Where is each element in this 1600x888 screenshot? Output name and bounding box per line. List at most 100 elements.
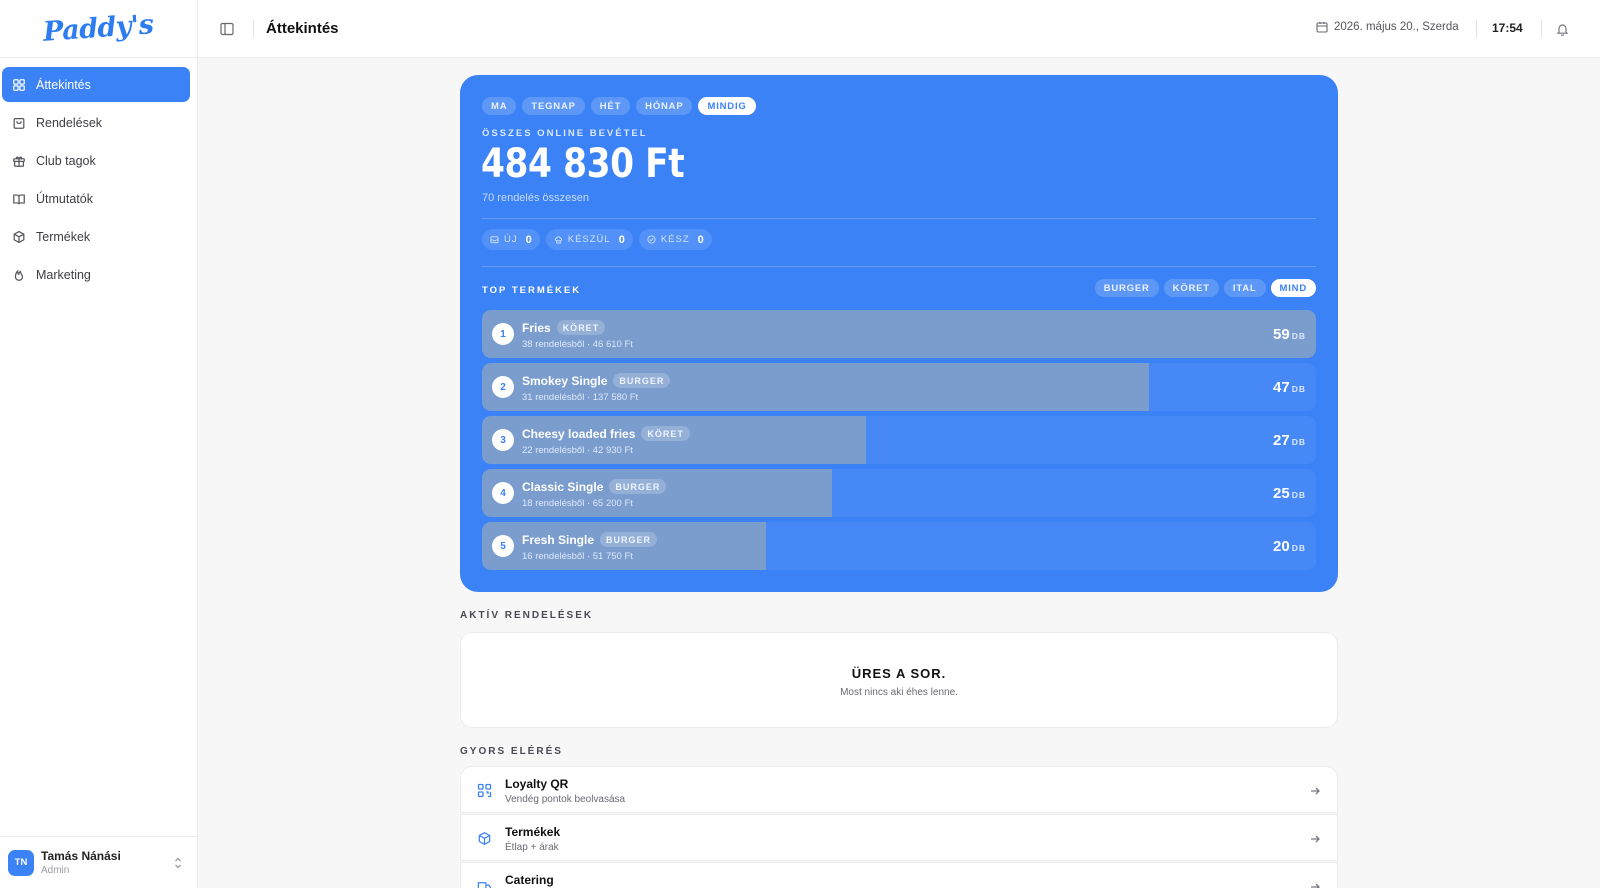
quick-access-title: Termékek [505, 825, 561, 839]
divider [1476, 20, 1477, 38]
brand-logo[interactable]: Paddy's [42, 9, 154, 48]
rank-badge: 4 [492, 482, 514, 504]
box-icon [478, 831, 491, 846]
user-role: Admin [41, 865, 70, 876]
product-row[interactable]: 3 Cheesy loaded fries KÖRET 22 rendelésbő… [482, 416, 1316, 464]
quantity-unit: DB [1291, 490, 1306, 500]
revenue-card: MA TEGNAP HÉT HÓNAP MINDIG ÖSSZES ONLINE… [460, 75, 1338, 592]
sidebar-item-termekek[interactable]: Termékek [2, 219, 190, 254]
calendar-icon [1316, 22, 1328, 33]
rank-badge: 1 [492, 323, 514, 345]
product-name-text: Cheesy loaded fries [522, 426, 636, 441]
quick-access-catering[interactable]: Catering [460, 862, 1338, 888]
chef-icon [554, 236, 562, 244]
grid-icon [13, 78, 25, 91]
user-info: Tamás Nánási Admin [41, 849, 121, 876]
quantity-unit: DB [1291, 384, 1306, 394]
category-pill-koret[interactable]: KÖRET [1163, 279, 1219, 297]
empty-title: ÜRES A SOR. [851, 666, 947, 681]
period-pill-het[interactable]: HÉT [590, 97, 631, 115]
product-meta: 16 rendelésből · 51 750 Ft [522, 551, 633, 562]
product-row[interactable]: 4 Classic Single BURGER 18 rendelésből · … [482, 469, 1316, 517]
product-row[interactable]: 2 Smokey Single BURGER 31 rendelésből · 1… [482, 363, 1316, 411]
product-name: Smokey Single BURGER [522, 373, 671, 388]
sidebar-item-label: Útmutatók [36, 191, 93, 206]
product-category-tag: BURGER [600, 532, 658, 547]
sidebar-item-label: Rendelések [36, 115, 103, 130]
product-category-tag: KÖRET [556, 320, 606, 335]
product-quantity: 27 DB [1273, 432, 1306, 449]
quick-access-label: GYORS ELÉRÉS [460, 746, 563, 757]
category-pill-ital[interactable]: ITAL [1223, 279, 1266, 297]
product-name-text: Classic Single [522, 479, 604, 494]
sidebar-item-marketing[interactable]: Marketing [2, 257, 190, 292]
status-chip-uj: ÚJ 0 [482, 229, 540, 250]
product-quantity: 47 DB [1273, 379, 1306, 396]
sidebar-item-rendelesek[interactable]: Rendelések [2, 105, 190, 140]
product-category-tag: BURGER [613, 373, 671, 388]
status-label: ÚJ [504, 234, 518, 245]
status-label: KÉSZÜL [567, 234, 611, 245]
period-filter: MA TEGNAP HÉT HÓNAP MINDIG [482, 97, 756, 115]
quantity-value: 20 [1273, 538, 1290, 555]
sidebar-item-label: Marketing [36, 267, 91, 282]
product-quantity: 20 DB [1273, 538, 1306, 555]
user-name: Tamás Nánási [41, 849, 121, 863]
quantity-value: 59 [1273, 326, 1290, 343]
product-name-text: Smokey Single [522, 373, 608, 388]
arrow-right-icon [1311, 835, 1320, 843]
product-quantity: 59 DB [1273, 326, 1306, 343]
sidebar-item-label: Áttekintés [36, 77, 91, 92]
category-pill-mind[interactable]: MIND [1270, 279, 1316, 297]
current-date: 2026. május 20., Szerda [1316, 21, 1459, 33]
period-pill-honap[interactable]: HÓNAP [636, 97, 693, 115]
quantity-unit: DB [1291, 437, 1306, 447]
period-pill-ma[interactable]: MA [482, 97, 517, 115]
product-row[interactable]: 5 Fresh Single BURGER 16 rendelésből · 51… [482, 522, 1316, 570]
product-name: Classic Single BURGER [522, 479, 667, 494]
bag-icon [13, 117, 25, 129]
arrow-right-icon [1311, 787, 1320, 795]
truck-icon [477, 882, 492, 888]
product-row[interactable]: 1 Fries KÖRET 38 rendelésből · 46 610 Ft … [482, 310, 1316, 358]
period-pill-tegnap[interactable]: TEGNAP [522, 97, 585, 115]
active-orders-label: AKTÍV RENDELÉSEK [460, 610, 594, 621]
quantity-value: 47 [1273, 379, 1290, 396]
active-orders-empty-state: ÜRES A SOR. Most nincs aki éhes lenne. [460, 632, 1338, 728]
user-menu[interactable]: TN Tamás Nánási Admin [0, 836, 197, 888]
quantity-unit: DB [1291, 543, 1306, 553]
top-products-list: 1 Fries KÖRET 38 rendelésből · 46 610 Ft … [482, 310, 1316, 575]
status-label: KÉSZ [660, 234, 690, 245]
period-pill-mindig[interactable]: MINDIG [698, 97, 756, 115]
quick-access-subtitle: Étlap + árak [505, 842, 559, 853]
arrow-right-icon [1311, 883, 1320, 888]
order-status-summary: ÚJ 0 KÉSZÜL 0 KÉSZ 0 [482, 229, 712, 250]
empty-subtitle: Most nincs aki éhes lenne. [840, 687, 958, 698]
product-category-tag: BURGER [609, 479, 667, 494]
top-bar: Áttekintés 2026. május 20., Szerda 17:54 [198, 0, 1600, 58]
product-meta: 31 rendelésből · 137 580 Ft [522, 392, 639, 403]
sidebar-item-club-tagok[interactable]: Club tagok [2, 143, 190, 178]
status-chip-kesz: KÉSZ 0 [638, 229, 712, 250]
sidebar-item-attekintes[interactable]: Áttekintés [2, 67, 190, 102]
product-meta: 38 rendelésből · 46 610 Ft [522, 339, 633, 350]
book-icon [13, 193, 25, 204]
bell-icon[interactable] [1556, 22, 1569, 36]
quick-access-termekek[interactable]: Termékek Étlap + árak [460, 814, 1338, 861]
sidebar-toggle-icon[interactable] [220, 22, 234, 36]
category-pill-burger[interactable]: BURGER [1094, 279, 1159, 297]
product-name: Fresh Single BURGER [522, 532, 658, 547]
sidebar-item-label: Termékek [36, 229, 91, 244]
status-chip-keszul: KÉSZÜL 0 [545, 229, 633, 250]
quantity-unit: DB [1291, 331, 1306, 341]
category-filter: BURGER KÖRET ITAL MIND [1094, 279, 1316, 297]
top-products-label: TOP TERMÉKEK [482, 285, 582, 296]
quick-access-loyalty-qr[interactable]: Loyalty QR Vendég pontok beolvasása [460, 766, 1338, 813]
sidebar-nav: Áttekintés Rendelések Club tagok Útmutat… [0, 58, 197, 292]
quantity-value: 27 [1273, 432, 1290, 449]
sidebar-item-utmutatok[interactable]: Útmutatók [2, 181, 190, 216]
revenue-amount: 484 830 Ft [481, 141, 685, 187]
divider [482, 266, 1316, 267]
product-name: Cheesy loaded fries KÖRET [522, 426, 690, 441]
quick-access-title: Loyalty QR [505, 777, 569, 791]
